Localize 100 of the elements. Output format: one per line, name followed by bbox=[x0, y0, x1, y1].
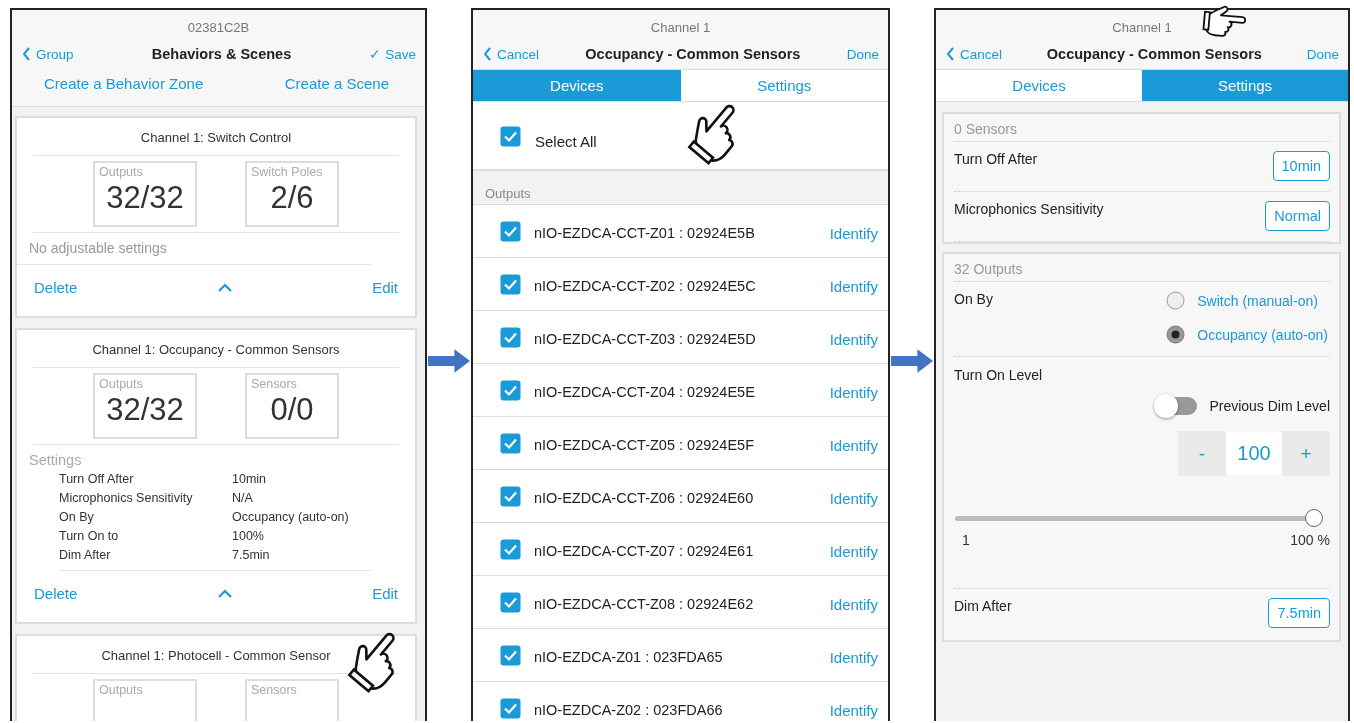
stat-label: Sensors bbox=[251, 376, 298, 391]
slider-thumb[interactable] bbox=[1305, 509, 1323, 527]
stat-value: 2/6 bbox=[269, 179, 315, 217]
checkbox[interactable] bbox=[500, 125, 521, 147]
setting-label: Turn Off After bbox=[59, 471, 135, 488]
back-link[interactable]: Cancel bbox=[483, 46, 540, 62]
device-name: nIO-EZDCA-CCT-Z05 : 02924E5F bbox=[534, 436, 755, 453]
setting-label: Microphonics Sensitivity bbox=[954, 201, 1104, 217]
setting-value: 10min bbox=[232, 471, 268, 488]
tab[interactable]: Devices bbox=[936, 70, 1142, 101]
toggle-switch[interactable] bbox=[1157, 397, 1198, 415]
option-label[interactable]: Switch (manual-on) bbox=[1197, 292, 1318, 309]
setting-value: Occupancy (auto-on) bbox=[232, 509, 350, 526]
delete-link[interactable]: Delete bbox=[34, 279, 78, 296]
device-name: nIO-EZDCA-CCT-Z02 : 02924E5C bbox=[534, 277, 757, 294]
identify-link[interactable]: Identify bbox=[829, 432, 878, 454]
chevron-left-icon bbox=[946, 47, 955, 61]
checkbox[interactable] bbox=[500, 644, 521, 666]
card-title: Channel 1: Occupancy - Common Sensors bbox=[33, 330, 399, 368]
identify-link[interactable]: Identify bbox=[829, 591, 878, 613]
arrow-icon bbox=[427, 347, 471, 374]
toggle-label: Previous Dim Level bbox=[1209, 398, 1330, 414]
identify-link[interactable]: Identify bbox=[829, 538, 878, 560]
screen-subtitle: Channel 1 bbox=[650, 19, 711, 37]
checkbox[interactable] bbox=[500, 326, 521, 348]
device-name: nIO-EZDCA-Z02 : 023FDA66 bbox=[534, 701, 724, 718]
device-name: nIO-EZDCA-CCT-Z04 : 02924E5E bbox=[534, 383, 756, 400]
device-name: nIO-EZDCA-Z01 : 023FDA65 bbox=[534, 648, 724, 665]
stat-label: Outputs bbox=[99, 376, 144, 391]
settings-heading: Settings bbox=[28, 451, 83, 470]
setting-label: Turn Off After bbox=[954, 151, 1038, 167]
delete-link[interactable]: Delete bbox=[34, 585, 78, 602]
done-link[interactable]: Done bbox=[1306, 46, 1339, 62]
device-name: nIO-EZDCA-CCT-Z07 : 02924E61 bbox=[534, 542, 755, 559]
device-name: nIO-EZDCA-CCT-Z08 : 02924E62 bbox=[534, 595, 755, 612]
value-field[interactable]: 100 bbox=[1226, 432, 1282, 475]
link[interactable]: Create a Behavior Zone bbox=[44, 75, 204, 92]
setting-value: 7.5min bbox=[232, 547, 271, 564]
stat-value: 32/32 bbox=[105, 179, 185, 217]
back-link[interactable]: Group bbox=[22, 46, 74, 62]
identify-link[interactable]: Identify bbox=[829, 485, 878, 507]
screen-title: Behaviors & Scenes bbox=[151, 46, 292, 62]
screen-subtitle: 02381C2B bbox=[187, 19, 250, 37]
done-link[interactable]: Done bbox=[846, 46, 879, 62]
stat-label: Switch Poles bbox=[251, 164, 324, 179]
checkbox[interactable] bbox=[500, 379, 521, 401]
checkbox[interactable] bbox=[500, 697, 521, 719]
device-name: nIO-EZDCA-CCT-Z01 : 02924E5B bbox=[534, 224, 756, 241]
value-button[interactable]: 10min bbox=[1272, 151, 1330, 181]
screen-subtitle: Channel 1 bbox=[1112, 19, 1172, 37]
slider-max-label: 100 % bbox=[1290, 532, 1330, 548]
identify-link[interactable]: Identify bbox=[829, 326, 878, 348]
option-label[interactable]: Occupancy (auto-on) bbox=[1197, 326, 1328, 343]
stat-label: Outputs bbox=[99, 682, 144, 697]
checkbox[interactable] bbox=[500, 220, 521, 242]
checkbox[interactable] bbox=[500, 485, 521, 507]
save-link[interactable]: ✓ Save bbox=[369, 46, 416, 62]
card-heading: 32 Outputs bbox=[954, 254, 1330, 282]
identify-link[interactable]: Identify bbox=[829, 697, 878, 719]
setting-label: On By bbox=[954, 291, 993, 307]
checkbox[interactable] bbox=[500, 538, 521, 560]
setting-label: Microphonics Sensitivity bbox=[59, 490, 194, 507]
chevron-left-icon bbox=[483, 47, 492, 61]
setting-value: N/A bbox=[232, 490, 254, 507]
setting-value: 100% bbox=[232, 528, 265, 545]
setting-label: On By bbox=[59, 509, 95, 526]
identify-link[interactable]: Identify bbox=[829, 379, 878, 401]
stat-value: 0/0 bbox=[269, 391, 315, 429]
stat-label: Outputs bbox=[99, 164, 144, 179]
card-heading: 0 Sensors bbox=[954, 114, 1330, 142]
edit-link[interactable]: Edit bbox=[372, 279, 398, 296]
plus-button[interactable]: + bbox=[1282, 431, 1330, 476]
stat-value: 32/32 bbox=[105, 391, 185, 429]
tab[interactable]: Devices bbox=[473, 70, 681, 101]
identify-link[interactable]: Identify bbox=[829, 273, 878, 295]
screen-title: Occupancy - Common Sensors bbox=[1046, 46, 1262, 62]
back-link[interactable]: Cancel bbox=[946, 46, 1003, 62]
identify-link[interactable]: Identify bbox=[829, 220, 878, 242]
edit-link[interactable]: Edit bbox=[372, 585, 398, 602]
arrow-icon bbox=[890, 347, 934, 374]
card-title: Channel 1: Switch Control bbox=[33, 118, 399, 156]
chevron-left-icon bbox=[22, 47, 31, 61]
chevron-up-icon[interactable] bbox=[217, 283, 232, 292]
select-all-label[interactable]: Select All bbox=[535, 122, 597, 150]
radio-button[interactable] bbox=[1166, 291, 1186, 310]
minus-button[interactable]: - bbox=[1178, 431, 1226, 476]
value-button[interactable]: 7.5min bbox=[1268, 598, 1330, 628]
checkbox[interactable] bbox=[500, 432, 521, 454]
checkbox[interactable] bbox=[500, 591, 521, 613]
link[interactable]: Create a Scene bbox=[284, 75, 389, 92]
chevron-up-icon[interactable] bbox=[217, 589, 232, 598]
checkbox[interactable] bbox=[500, 273, 521, 295]
radio-button[interactable] bbox=[1166, 325, 1186, 344]
slider[interactable] bbox=[955, 509, 1322, 528]
setting-label: Turn On to bbox=[59, 528, 120, 545]
tab[interactable]: Settings bbox=[1142, 70, 1348, 101]
screen-title: Occupancy - Common Sensors bbox=[585, 46, 801, 62]
identify-link[interactable]: Identify bbox=[829, 644, 878, 666]
setting-label: Dim After bbox=[59, 547, 112, 564]
value-button[interactable]: Normal bbox=[1265, 201, 1330, 231]
